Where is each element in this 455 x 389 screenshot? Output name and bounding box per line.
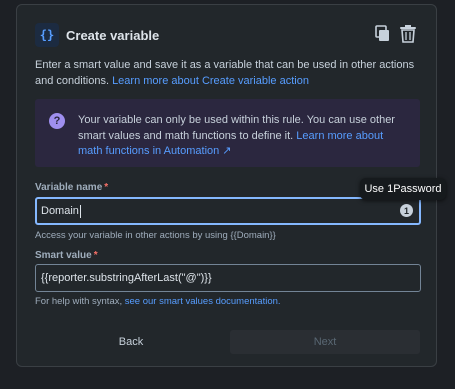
variable-name-label-text: Variable name <box>35 182 103 193</box>
variable-name-helper: Access your variable in other actions by… <box>35 230 276 241</box>
smart-value-helper: For help with syntax, see our smart valu… <box>35 296 281 307</box>
text-caret <box>79 204 81 218</box>
next-button[interactable]: Next <box>230 330 420 354</box>
variable-name-value: Domain <box>41 205 79 217</box>
smart-value-helper-text: For help with syntax, <box>35 296 123 307</box>
learn-more-create-variable-link[interactable]: Learn more about Create variable action <box>112 75 309 87</box>
copy-icon[interactable] <box>374 24 392 44</box>
trash-icon[interactable] <box>399 24 417 44</box>
required-mark: * <box>104 182 109 193</box>
question-icon: ? <box>49 113 65 129</box>
panel-title: Create variable <box>66 27 160 43</box>
onepassword-tooltip: Use 1Password <box>360 178 446 200</box>
info-banner-text: Your variable can only be used within th… <box>78 113 408 160</box>
password-manager-icon[interactable]: 1 <box>400 204 413 217</box>
info-banner: ? Your variable can only be used within … <box>35 99 420 167</box>
variable-name-label: Variable name * <box>35 182 108 193</box>
back-button[interactable]: Back <box>83 330 179 354</box>
smart-value-label-text: Smart value <box>35 250 92 261</box>
braces-icon: {} <box>35 23 59 47</box>
variable-name-input[interactable]: Domain 1 <box>35 197 421 225</box>
smart-value-label: Smart value * <box>35 250 98 261</box>
panel-header: {} Create variable <box>35 23 159 47</box>
required-mark: * <box>93 250 98 261</box>
smart-value-value: {{reporter.substringAfterLast("@")}} <box>41 272 212 284</box>
smart-values-docs-link[interactable]: see our smart values documentation. <box>125 296 281 307</box>
smart-value-input[interactable]: {{reporter.substringAfterLast("@")}} <box>35 264 421 292</box>
panel-description: Enter a smart value and save it as a var… <box>35 58 425 89</box>
